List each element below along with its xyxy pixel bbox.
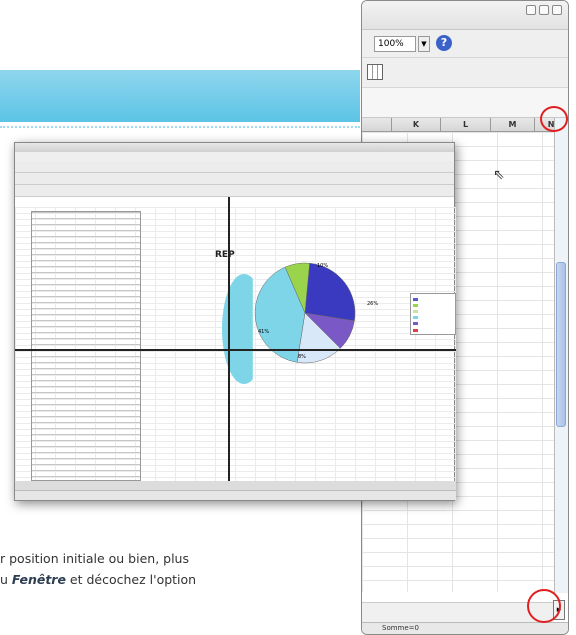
pie-data-label: 10% — [317, 263, 328, 269]
formatting-toolbar — [362, 58, 568, 88]
body-line: r position initiale ou bien, plus — [0, 551, 189, 566]
standard-toolbar: 100% ▼ ? — [362, 30, 568, 58]
sheet-tabs — [15, 481, 456, 490]
scrollbar-thumb[interactable] — [556, 262, 566, 427]
mouse-cursor-icon: ⇖ — [493, 167, 505, 183]
status-bar: Somme=0 — [362, 622, 568, 634]
legend-swatch — [413, 328, 418, 332]
legend-swatch — [413, 322, 418, 326]
legend-item — [413, 327, 453, 333]
body-line-prefix: u — [0, 572, 12, 587]
horizontal-split-line — [15, 349, 456, 351]
pie-chart: 41% 26% 10% 8% — [254, 262, 378, 364]
vertical-split-line — [228, 197, 230, 491]
maximize-button[interactable] — [539, 5, 549, 15]
column-header[interactable]: L — [441, 118, 491, 131]
body-line-suffix: et décochez l'option — [65, 572, 197, 587]
menu-name-fenetre: Fenêtre — [11, 572, 66, 587]
chevron-down-icon[interactable]: ▼ — [418, 36, 430, 52]
pie-slice — [304, 262, 356, 322]
vertical-scrollbar[interactable] — [554, 118, 568, 593]
body-line-2: u Fenêtre et décochez l'option — [0, 569, 350, 590]
window-titlebar — [362, 1, 568, 30]
zoom-select[interactable]: 100% — [374, 36, 416, 52]
close-button[interactable] — [552, 5, 562, 15]
screenshot-status-bar — [15, 490, 456, 500]
legend-swatch — [413, 297, 418, 301]
legend-swatch — [413, 309, 418, 313]
body-text: r position initiale ou bien, plus u Fenê… — [0, 548, 350, 590]
chart-legend — [410, 293, 456, 335]
header-banner — [0, 70, 360, 122]
column-headers: K L M N — [362, 118, 568, 132]
grid-icon[interactable] — [367, 64, 383, 80]
highlight-circle-top — [540, 106, 568, 132]
legend-swatch — [413, 316, 418, 320]
pie-data-label: 8% — [298, 354, 306, 360]
embedded-screenshot: REP 41% 26% 10% 8% — [14, 142, 456, 501]
column-header[interactable]: K — [392, 118, 442, 131]
highlight-circle-bottom — [527, 589, 561, 623]
minimize-button[interactable] — [526, 5, 536, 15]
help-icon[interactable]: ? — [436, 35, 452, 51]
formula-bar[interactable] — [362, 88, 568, 118]
column-header-blank — [362, 118, 392, 131]
window-controls — [526, 5, 562, 15]
banner-divider — [0, 126, 360, 128]
pie-data-label: 26% — [367, 301, 378, 307]
page: 100% ▼ ? K L M N ▸ Somme=0 ⇖ REP 41% 26%… — [0, 0, 576, 635]
column-header[interactable]: M — [491, 118, 536, 131]
pie-data-label: 41% — [258, 329, 269, 335]
legend-swatch — [413, 303, 418, 307]
horizontal-scrollbar[interactable] — [362, 602, 554, 622]
